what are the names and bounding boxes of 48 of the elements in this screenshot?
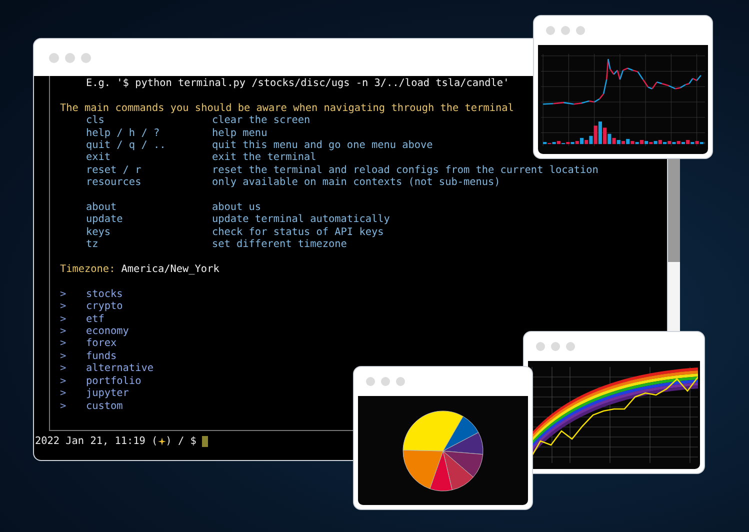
cursor-block (202, 436, 208, 447)
menu-marker: > (60, 376, 68, 388)
command-name: tz (85, 239, 100, 252)
command-name: keys (85, 226, 112, 240)
menu-item[interactable]: crypto (86, 301, 123, 314)
commands-heading: The main commands you should be aware when navigating through the terminal (60, 102, 514, 115)
menu-item[interactable]: economy (86, 326, 129, 338)
command-description: help menu (212, 128, 268, 140)
command-name: resources (85, 177, 142, 190)
command-name: quit / q / .. (85, 140, 167, 152)
menu-item[interactable]: alternative (86, 363, 154, 376)
command-description: exit the terminal (212, 152, 316, 165)
timezone-label: Timezone: (60, 264, 116, 276)
command-name: update (85, 214, 124, 227)
menu-item[interactable]: portfolio (86, 376, 142, 388)
command-description: about us (212, 202, 262, 214)
menu-marker: > (60, 363, 68, 376)
menu-item[interactable]: custom (86, 400, 123, 413)
command-description: set different timezone (212, 239, 347, 252)
menu-marker: > (60, 301, 68, 314)
menu-marker: > (60, 400, 68, 413)
command-description: update terminal automatically (212, 214, 390, 227)
menu-item[interactable]: funds (86, 350, 117, 364)
menu-marker: > (60, 288, 68, 302)
menu-item[interactable]: etf (86, 314, 104, 326)
prompt-text: ) / $ (166, 436, 196, 447)
menu-marker: > (60, 326, 68, 338)
menu-marker: > (60, 338, 68, 351)
command-description: clear the screen (212, 115, 310, 128)
command-name: cls (85, 115, 106, 128)
example-text: E.g. '$ python terminal.py /stocks/disc/ugs -n 3/../load tsla/candle' (85, 78, 510, 90)
menu-item[interactable]: forex (86, 338, 117, 351)
command-description: check for status of API keys (212, 226, 384, 239)
menu-marker: > (60, 350, 68, 364)
sparkle-icon (158, 437, 166, 446)
command-description: reset the terminal and reload configs from the current location (212, 164, 598, 177)
prompt-text: 2022 Jan 21, 11:19 ( (35, 436, 158, 447)
menu-marker: > (60, 314, 68, 326)
command-name: exit (85, 152, 112, 165)
command-description: only available on main contexts (not sub-menus) (212, 177, 500, 190)
command-name: help / h / ? (85, 128, 161, 140)
command-description: quit this menu and go one menu above (212, 140, 433, 152)
command-name: reset / r (85, 164, 142, 178)
menu-marker: > (60, 388, 68, 400)
timezone-value: America/New_York (120, 264, 220, 276)
menu-item[interactable]: jupyter (86, 388, 129, 400)
command-name: about (85, 202, 118, 214)
menu-item[interactable]: stocks (86, 288, 123, 302)
